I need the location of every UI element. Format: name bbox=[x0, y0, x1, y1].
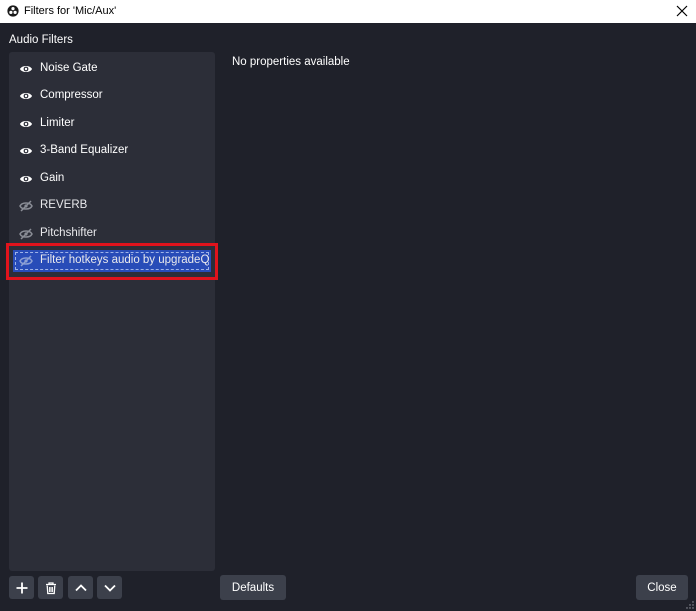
filter-item-reverb[interactable]: REVERB bbox=[13, 195, 211, 217]
close-window-icon[interactable] bbox=[674, 3, 690, 19]
filter-label: Filter hotkeys audio by upgradeQ bbox=[40, 254, 210, 266]
trash-icon bbox=[45, 581, 56, 594]
move-filter-up-button[interactable] bbox=[68, 576, 93, 599]
chevron-up-icon bbox=[74, 583, 87, 591]
plus-icon bbox=[16, 582, 27, 593]
filter-label: REVERB bbox=[40, 199, 88, 211]
window-title: Filters for 'Mic/Aux' bbox=[24, 5, 117, 17]
resize-grip-icon[interactable] bbox=[686, 601, 694, 609]
eye-hidden-icon[interactable] bbox=[19, 199, 33, 213]
audio-filters-list[interactable]: Noise Gate Compressor Limiter 3-Band Equ… bbox=[9, 52, 215, 571]
filter-item-3-band-equalizer[interactable]: 3-Band Equalizer bbox=[13, 140, 211, 162]
filter-item-noise-gate[interactable]: Noise Gate bbox=[13, 58, 211, 80]
filter-label: Pitchshifter bbox=[40, 227, 97, 239]
chevron-down-icon bbox=[103, 584, 116, 592]
filter-item-pitchshifter[interactable]: Pitchshifter bbox=[13, 223, 211, 245]
defaults-button[interactable]: Defaults bbox=[220, 575, 286, 600]
title-bar: Filters for 'Mic/Aux' bbox=[0, 0, 696, 23]
filter-item-compressor[interactable]: Compressor bbox=[13, 85, 211, 107]
eye-visible-icon[interactable] bbox=[19, 62, 33, 76]
filter-label: Noise Gate bbox=[40, 62, 98, 74]
remove-filter-button[interactable] bbox=[38, 576, 63, 599]
close-button[interactable]: Close bbox=[636, 575, 688, 600]
filter-label: Limiter bbox=[40, 117, 75, 129]
move-filter-down-button[interactable] bbox=[97, 576, 122, 599]
eye-visible-icon[interactable] bbox=[19, 117, 33, 131]
eye-visible-icon[interactable] bbox=[19, 144, 33, 158]
audio-filters-label: Audio Filters bbox=[9, 34, 73, 46]
filter-item-hotkeys-upgradeq[interactable]: Filter hotkeys audio by upgradeQ bbox=[13, 250, 211, 272]
filter-label: Gain bbox=[40, 172, 65, 184]
filter-label: 3-Band Equalizer bbox=[40, 144, 129, 156]
filter-item-gain[interactable]: Gain bbox=[13, 168, 211, 190]
eye-hidden-icon[interactable] bbox=[19, 254, 33, 268]
obs-logo-icon bbox=[7, 5, 19, 17]
eye-visible-icon[interactable] bbox=[19, 172, 33, 186]
filter-label: Compressor bbox=[40, 89, 103, 101]
add-filter-button[interactable] bbox=[9, 576, 34, 599]
eye-visible-icon[interactable] bbox=[19, 89, 33, 103]
no-properties-text: No properties available bbox=[232, 56, 350, 68]
filter-item-limiter[interactable]: Limiter bbox=[13, 113, 211, 135]
eye-hidden-icon[interactable] bbox=[19, 227, 33, 241]
